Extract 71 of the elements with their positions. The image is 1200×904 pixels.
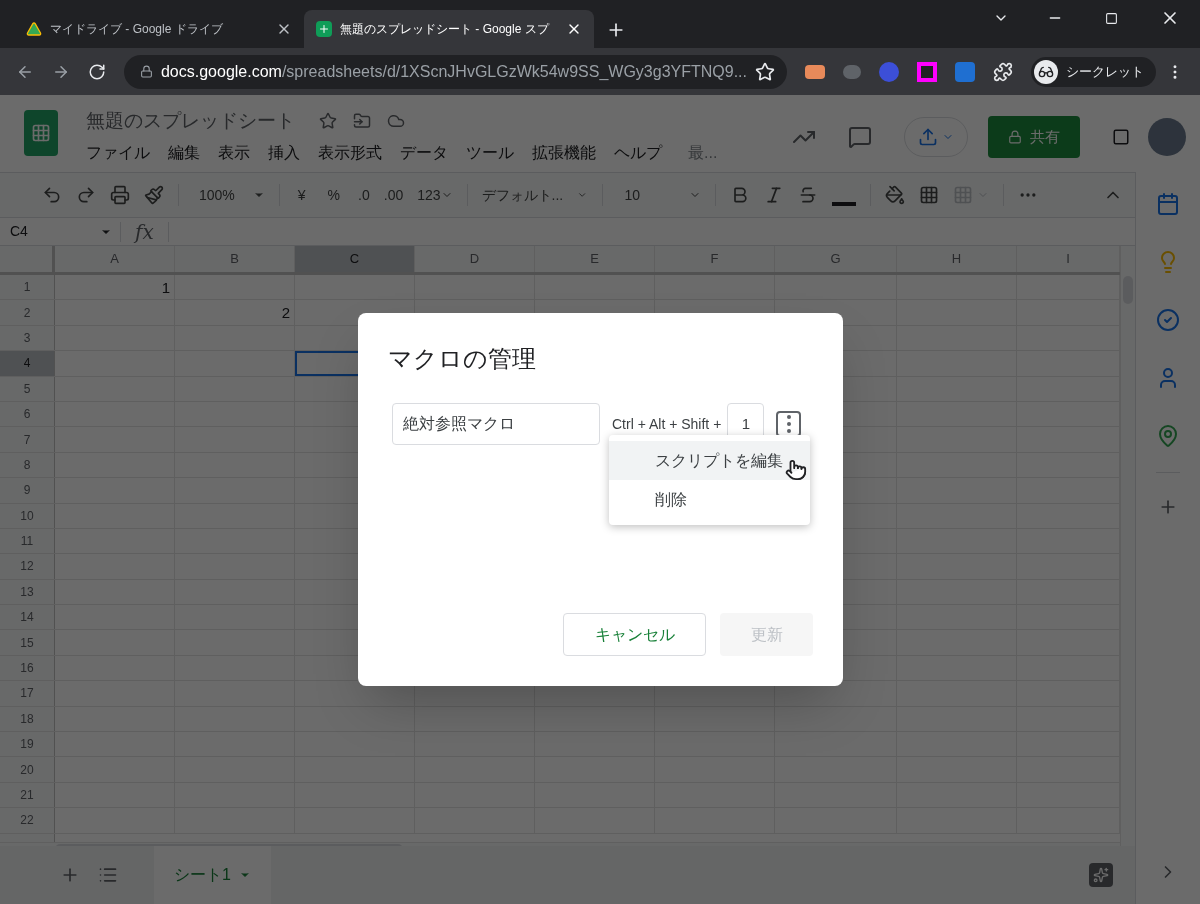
menu-item[interactable]: ツール: [466, 141, 514, 165]
font-select[interactable]: デフォルト...: [481, 184, 588, 206]
comment-icon[interactable]: [848, 125, 872, 149]
menu-item[interactable]: ヘルプ: [614, 141, 662, 165]
avatar[interactable]: [1148, 118, 1186, 156]
upload-icon: [918, 127, 938, 147]
extension-icon[interactable]: [917, 61, 937, 82]
url-text: docs.google.com/spreadsheets/d/1XScnJHvGLGzWk54w9SS_WGy3g3YFTNQ9...: [160, 61, 747, 82]
menu-item[interactable]: ファイル: [86, 141, 150, 165]
calendar-icon[interactable]: [1156, 192, 1180, 216]
row-header[interactable]: 4: [0, 351, 55, 376]
bookmark-star-icon[interactable]: [755, 61, 775, 82]
lock-icon: [1008, 130, 1022, 144]
lock-icon: [139, 65, 153, 78]
explore-button[interactable]: [1089, 863, 1113, 887]
shortcut-label: Ctrl + Alt + Shift +: [612, 414, 722, 434]
paint-format-icon[interactable]: [144, 185, 164, 205]
merge-cells-icon[interactable]: [952, 185, 989, 205]
dialog-title: マクロの管理: [388, 344, 537, 374]
all-sheets-icon[interactable]: [98, 865, 118, 885]
increase-decimal-button[interactable]: .00: [383, 184, 404, 206]
table-cell[interactable]: 2: [175, 300, 295, 325]
tasks-icon[interactable]: [1156, 308, 1180, 332]
menu-item[interactable]: 挿入: [268, 141, 300, 165]
extension-icon[interactable]: [955, 61, 975, 82]
decrease-decimal-button[interactable]: .0: [358, 184, 370, 206]
sheets-logo-icon[interactable]: [24, 110, 58, 156]
maximize-icon[interactable]: [1105, 11, 1118, 25]
document-title[interactable]: 無題のスプレッドシート: [86, 106, 295, 136]
star-icon[interactable]: [319, 112, 337, 130]
cancel-button[interactable]: キャンセル: [563, 613, 706, 656]
cloud-status-icon[interactable]: [387, 112, 405, 130]
currency-button[interactable]: ¥: [297, 184, 306, 206]
undo-icon[interactable]: [42, 185, 62, 205]
percent-button[interactable]: %: [327, 184, 341, 206]
menu-item[interactable]: 削除: [609, 480, 810, 519]
map-pin-icon[interactable]: [1156, 424, 1180, 448]
browser-tab[interactable]: 無題のスプレッドシート - Google スプ: [304, 10, 594, 48]
more-vertical-icon: [786, 415, 791, 433]
extensions-puzzle-icon[interactable]: [993, 61, 1013, 82]
menu-item[interactable]: 表示: [218, 141, 250, 165]
drive-logo-icon: [26, 21, 42, 37]
font-size-select[interactable]: 10: [624, 184, 701, 206]
incognito-profile-button[interactable]: シークレット: [1031, 56, 1156, 87]
sheet-tab[interactable]: シート1: [154, 846, 271, 904]
sheets-logo-icon: [316, 21, 332, 37]
fill-color-icon[interactable]: [884, 185, 905, 205]
menu-item[interactable]: データ: [400, 141, 448, 165]
menu-item[interactable]: 表示形式: [318, 141, 382, 165]
share-button[interactable]: 共有: [988, 116, 1080, 158]
column-header[interactable]: C: [295, 246, 415, 272]
menu-item[interactable]: 拡張機能: [532, 141, 596, 165]
redo-icon[interactable]: [76, 185, 96, 205]
move-folder-icon[interactable]: [353, 112, 371, 130]
extension-icon[interactable]: [805, 64, 825, 79]
square-icon[interactable]: [1112, 128, 1130, 146]
hand-cursor-icon: [785, 459, 807, 481]
print-icon[interactable]: [110, 185, 130, 205]
zoom-select[interactable]: 100%: [199, 184, 265, 206]
tab-title: マイドライブ - Google ドライブ: [50, 21, 224, 38]
borders-icon[interactable]: [918, 185, 939, 205]
number-format-select[interactable]: 123: [417, 184, 453, 206]
name-box[interactable]: C4: [0, 221, 120, 242]
formula-label: fx: [132, 218, 155, 246]
tab-title: 無題のスプレッドシート - Google スプ: [340, 21, 551, 38]
browser-tab[interactable]: マイドライブ - Google ドライブ: [14, 10, 304, 48]
menu-item[interactable]: 編集: [168, 141, 200, 165]
menu-item[interactable]: スクリプトを編集: [609, 441, 810, 480]
table-cell[interactable]: 1: [55, 275, 175, 300]
macro-name-field[interactable]: 絶対参照マクロ: [392, 403, 600, 445]
address-field[interactable]: docs.google.com/spreadsheets/d/1XScnJHvGLGzWk54w9SS_WGy3g3YFTNQ9...: [123, 54, 787, 89]
